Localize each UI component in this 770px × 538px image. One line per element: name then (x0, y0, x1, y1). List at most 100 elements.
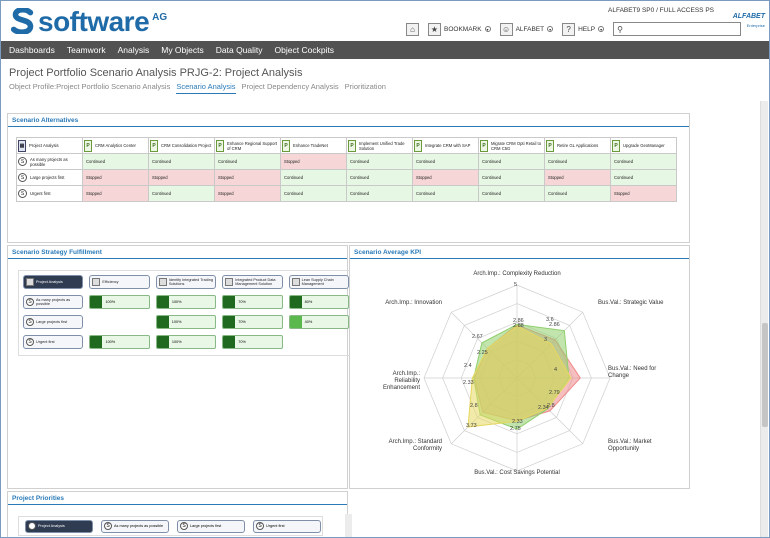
radar-axis-label: Bus.Val.: Strategic Value (598, 300, 664, 306)
nav-item-teamwork[interactable]: Teamwork (61, 41, 112, 59)
cell-value: Stopped (86, 191, 102, 196)
table-cell[interactable]: Continued (544, 153, 611, 170)
column-header[interactable]: P Enhance TradeNet (280, 137, 347, 154)
objective-icon (92, 278, 101, 286)
tab-scenario-analysis[interactable]: Scenario Analysis (176, 82, 236, 94)
scenario-label[interactable]: S As many projects as possible (23, 295, 84, 309)
column-header[interactable]: P CRM Consolidation Project (148, 137, 215, 154)
nav-item-dashboards[interactable]: Dashboards (1, 41, 61, 59)
objective-header[interactable]: Efficiency (89, 275, 150, 289)
fulfillment-bar[interactable]: 80% (288, 295, 349, 309)
table-cell[interactable]: Continued (610, 153, 677, 170)
fulfillment-bar[interactable]: 100% (89, 335, 150, 349)
nav-item-object-cockpits[interactable]: Object Cockpits (269, 41, 341, 59)
fulfillment-bar[interactable]: 70% (222, 335, 283, 349)
column-header[interactable]: P CRM Analytics Center (82, 137, 149, 154)
table-cell[interactable]: Continued (610, 169, 677, 186)
corner-cell[interactable]: ▦ Project Analysis (16, 137, 83, 154)
row-header[interactable]: S Large projects first (16, 169, 83, 186)
fulfillment-bar[interactable]: 100% (155, 295, 217, 309)
main-nav: Dashboards Teamwork Analysis My Objects … (1, 41, 769, 59)
home-icon[interactable]: ⌂ (406, 22, 419, 36)
table-cell[interactable]: Continued (478, 185, 545, 202)
fulfillment-bar[interactable]: 70% (222, 295, 283, 309)
objective-header[interactable]: Identify Integrated Trading Solutions (155, 275, 217, 289)
software-ag-logo[interactable]: software AG (10, 8, 167, 38)
table-cell[interactable]: Continued (478, 153, 545, 170)
tab-object-profile[interactable]: Object Profile:Project Portfolio Scenari… (9, 82, 170, 94)
priorities-scrollbar[interactable] (345, 514, 352, 537)
cell-value: Stopped (218, 191, 234, 196)
table-cell[interactable]: Stopped (82, 185, 149, 202)
fulfillment-bar[interactable]: 40% (288, 315, 350, 329)
table-cell[interactable]: Stopped (610, 185, 677, 202)
column-header[interactable]: P Migrate CRM Opti Retail to CRM C5G (478, 137, 545, 154)
table-cell[interactable]: Continued (148, 185, 215, 202)
column-header[interactable]: P Retire GL Applications (544, 137, 611, 154)
corner-cell[interactable]: Project Analysis (23, 275, 84, 289)
objective-header[interactable]: Lean Supply Chain Management (288, 275, 350, 289)
cell-value: Continued (152, 159, 172, 164)
fulfillment-bar[interactable]: 100% (155, 315, 217, 329)
search-input[interactable]: ⚲ (613, 22, 742, 36)
table-cell[interactable]: Continued (346, 169, 413, 186)
table-cell[interactable]: Continued (148, 153, 215, 170)
column-header[interactable]: P Enhance Regional Support of CRM (214, 137, 281, 154)
nav-item-my-objects[interactable]: My Objects (155, 41, 210, 59)
row-header[interactable]: S As many projects as possible (16, 153, 83, 170)
table-cell[interactable]: Continued (478, 169, 545, 186)
table-cell[interactable]: Continued (82, 153, 149, 170)
fulfillment-bar[interactable]: 100% (89, 295, 150, 309)
table-cell[interactable]: Continued (346, 185, 413, 202)
column-header[interactable]: P Upgrade GeoManager (610, 137, 677, 154)
page-scrollbar[interactable] (760, 101, 768, 537)
scenario-label[interactable]: S Urgent first (23, 335, 84, 349)
user-menu[interactable]: ☺ ALFABET ▾ (499, 22, 554, 36)
tab-project-dependency[interactable]: Project Dependency Analysis (242, 82, 339, 94)
priorities-panel: Project Priorities ▦ Project Analysis S As… (7, 491, 352, 537)
scenario-alternatives-table: ▦ Project Analysis P CRM Analytics Center … (16, 137, 677, 202)
column-header[interactable]: P Integrate CRM with SAP (412, 137, 479, 154)
fulfillment-bar[interactable]: 100% (155, 335, 217, 349)
column-header[interactable]: P Implement Unified Trade Solution (346, 137, 413, 154)
table-cell[interactable]: Stopped (148, 169, 215, 186)
table-cell[interactable]: Continued (280, 169, 347, 186)
fulfillment-bar[interactable]: 70% (222, 315, 283, 329)
table-cell[interactable]: Stopped (412, 169, 479, 186)
scrollbar-thumb[interactable] (762, 323, 768, 427)
table-cell[interactable]: Stopped (280, 153, 347, 170)
table-cell[interactable]: Continued (280, 185, 347, 202)
scenario-label[interactable]: S Large projects first (23, 315, 84, 329)
table-cell[interactable]: Continued (346, 153, 413, 170)
table-cell[interactable]: Continued (544, 185, 611, 202)
tab-prioritization[interactable]: Prioritization (345, 82, 386, 94)
radar-axis-label-line: Enhancement (383, 385, 420, 391)
panel-title: Project Priorities (12, 495, 65, 502)
cell-content: Continued (83, 155, 148, 169)
chevron-down-icon: ▾ (598, 26, 605, 32)
table-cell[interactable]: Stopped (214, 169, 281, 186)
priority-item[interactable]: ▦ Project Analysis (25, 519, 93, 533)
table-cell[interactable]: Continued (412, 153, 479, 170)
bookmark-menu[interactable]: ★ BOOKMARK ▾ (428, 22, 491, 36)
table-cell[interactable]: Continued (214, 153, 281, 170)
cell-value: Stopped (416, 175, 432, 180)
help-menu[interactable]: ? HELP ▾ (562, 22, 605, 36)
table-cell[interactable]: Stopped (82, 169, 149, 186)
table-cell[interactable]: Stopped (214, 185, 281, 202)
priority-item[interactable]: S As many projects as possible (101, 519, 169, 533)
nav-item-data-quality[interactable]: Data Quality (210, 41, 269, 59)
radar-value-label: 2.79 (549, 390, 560, 396)
priority-item[interactable]: S Large projects first (177, 519, 245, 533)
objective-header[interactable]: Integrated Product Data Management Solut… (222, 275, 283, 289)
table-cell[interactable]: Stopped (544, 169, 611, 186)
priority-item[interactable]: S Urgent first (253, 519, 321, 533)
bar-value: 70% (238, 300, 246, 304)
chevron-down-icon: ▾ (484, 26, 491, 32)
table-cell[interactable]: Continued (412, 185, 479, 202)
nav-item-analysis[interactable]: Analysis (112, 41, 156, 59)
row-header[interactable]: S Urgent first (16, 185, 83, 202)
cell-content: Continued (611, 155, 676, 169)
bar-fill (90, 296, 103, 308)
cell-value: Continued (416, 191, 436, 196)
